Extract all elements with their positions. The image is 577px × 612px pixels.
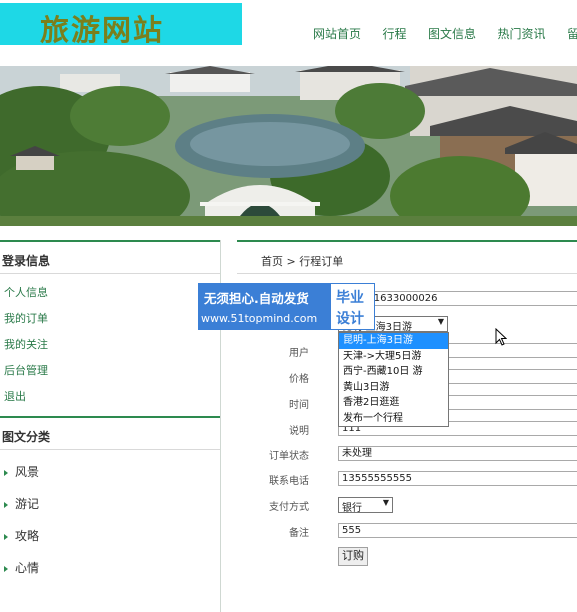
login-info-title: 登录信息 — [0, 240, 220, 274]
phone-label: 联系电话 — [269, 476, 309, 487]
status-row: 订单状态 未处理 — [237, 446, 577, 462]
chevron-down-icon: ▼ — [382, 498, 389, 507]
trip-option[interactable]: 黄山3日游 — [339, 380, 448, 396]
login-links: 个人信息 我的订单 我的关注 后台管理 退出 — [0, 274, 220, 410]
link-admin[interactable]: 后台管理 — [4, 358, 220, 384]
mouse-cursor-icon — [495, 328, 507, 346]
order-button[interactable]: 订购 — [338, 547, 368, 566]
price-label: 价格 — [289, 374, 309, 385]
watermark-left: 无须担心.自动发货 www.51topmind.com — [198, 283, 330, 330]
note-row: 备注 555 — [237, 523, 577, 539]
site-logo-text: 旅游网站 — [40, 13, 165, 47]
trip-option[interactable]: 香港2日逛逛 — [339, 395, 448, 411]
category-scenery[interactable]: 风景 — [0, 456, 220, 488]
nav-home[interactable]: 网站首页 — [313, 25, 361, 42]
time-label: 时间 — [289, 400, 309, 411]
note-label: 备注 — [289, 528, 309, 539]
bullet-icon — [4, 565, 8, 572]
link-profile[interactable]: 个人信息 — [4, 280, 220, 306]
watermark-r1: 毕业 — [336, 290, 364, 306]
bullet-icon — [4, 533, 8, 540]
watermark-line1: 无须担心.自动发货 — [204, 291, 309, 306]
nav-trips[interactable]: 行程 — [383, 25, 407, 42]
trip-option[interactable]: 昆明-上海3日游 — [339, 333, 448, 349]
pay-select-value: 银行 — [342, 503, 362, 514]
desc-label: 说明 — [289, 426, 309, 437]
nav-news[interactable]: 热门资讯 — [498, 25, 546, 42]
bullet-icon — [4, 501, 8, 508]
watermark: 无须担心.自动发货 www.51topmind.com 毕业 设计 — [198, 283, 378, 330]
sidebar: 登录信息 个人信息 我的订单 我的关注 后台管理 退出 图文分类 风景 游记 攻… — [0, 240, 221, 612]
category-mood[interactable]: 心情 — [0, 552, 220, 584]
category-label: 游记 — [15, 497, 40, 511]
category-title: 图文分类 — [0, 416, 220, 450]
category-guide[interactable]: 攻略 — [0, 520, 220, 552]
phone-field[interactable]: 13555555555 — [338, 471, 577, 486]
category-label: 心情 — [15, 561, 40, 575]
user-label: 用户 — [289, 348, 309, 359]
link-my-follows[interactable]: 我的关注 — [4, 332, 220, 358]
category-travelogue[interactable]: 游记 — [0, 488, 220, 520]
breadcrumb: 首页 > 行程订单 — [237, 240, 577, 274]
category-label: 风景 — [15, 465, 40, 479]
bullet-icon — [4, 469, 8, 476]
phone-row: 联系电话 13555555555 — [237, 471, 577, 487]
watermark-line2: www.51topmind.com — [201, 312, 318, 325]
nav-messages[interactable]: 留言 — [567, 25, 577, 42]
watermark-r2: 设计 — [336, 311, 364, 327]
trip-option[interactable]: 天津->大理5日游 — [339, 349, 448, 365]
link-logout[interactable]: 退出 — [4, 384, 220, 410]
nav-gallery[interactable]: 图文信息 — [428, 25, 476, 42]
site-logo[interactable]: 旅游网站 — [0, 3, 242, 47]
chevron-down-icon: ▼ — [437, 317, 444, 326]
link-my-orders[interactable]: 我的订单 — [4, 306, 220, 332]
category-label: 攻略 — [15, 529, 40, 543]
pay-row: 支付方式 — [237, 497, 577, 513]
status-label: 订单状态 — [269, 451, 309, 462]
pay-label: 支付方式 — [269, 502, 309, 513]
note-field[interactable]: 555 — [338, 523, 577, 538]
category-list: 风景 游记 攻略 心情 — [0, 450, 220, 584]
main-nav: 网站首页 行程 图文信息 热门资讯 留言 — [313, 25, 577, 42]
banner-image — [0, 66, 577, 226]
pay-select[interactable]: 银行 ▼ — [338, 497, 393, 514]
trip-dropdown: 昆明-上海3日游 天津->大理5日游 西宁-西藏10日 游 黄山3日游 香港2日… — [338, 332, 449, 427]
trip-option[interactable]: 发布一个行程 — [339, 411, 448, 427]
watermark-right: 毕业 设计 — [330, 283, 375, 330]
trip-option[interactable]: 西宁-西藏10日 游 — [339, 364, 448, 380]
status-field[interactable]: 未处理 — [338, 446, 577, 461]
